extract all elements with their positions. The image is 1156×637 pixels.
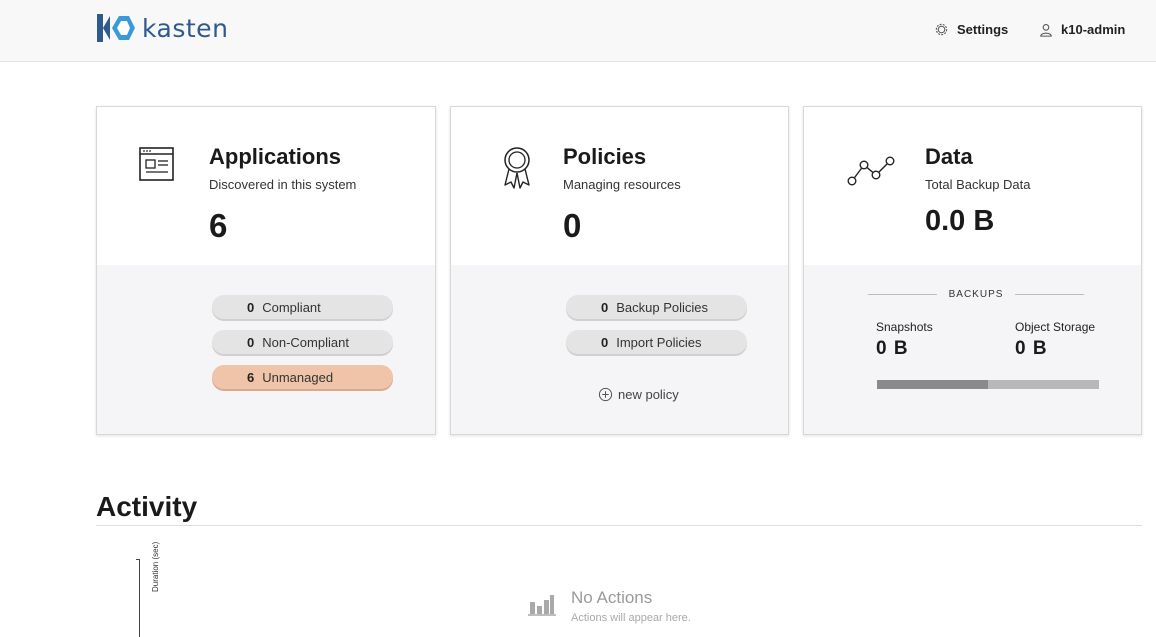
backup-policies-pill[interactable]: 0 Backup Policies [566, 295, 747, 319]
card-title: Applications [209, 144, 342, 169]
snapshot-share-fill [877, 380, 988, 389]
non-compliant-count: 0 [247, 334, 255, 350]
backup-policies-count: 0 [601, 299, 609, 315]
empty-state-title: No Actions [571, 588, 653, 607]
backup-policies-label: Backup Policies [616, 299, 709, 315]
object-storage-label: Object Storage [1015, 320, 1096, 334]
settings-link[interactable]: Settings [934, 22, 1008, 37]
card-title: Policies [563, 144, 647, 169]
compliant-label: Compliant [262, 299, 321, 315]
card-subtitle: Managing resources [563, 177, 681, 192]
chart-y-axis-label: Duration (sec) [151, 541, 160, 592]
data-card[interactable]: Data Total Backup Data 0.0 B BACKUPS Sna… [803, 106, 1142, 435]
brand-name: kasten [142, 13, 229, 43]
card-subtitle: Total Backup Data [925, 177, 1031, 192]
storage-usage-bar [877, 380, 1099, 389]
new-policy-link[interactable]: new policy [598, 387, 679, 402]
unmanaged-label: Unmanaged [262, 369, 334, 385]
new-policy-label: new policy [618, 387, 679, 402]
top-bar: kasten Settings k10-admin [0, 0, 1156, 62]
divider [868, 294, 937, 295]
backups-heading-label: BACKUPS [948, 289, 1004, 300]
backups-heading: BACKUPS [868, 289, 1085, 300]
activity-divider [96, 525, 1142, 526]
line-graph-icon [847, 156, 895, 186]
non-compliant-pill[interactable]: 0 Non-Compliant [212, 330, 393, 354]
import-policies-count: 0 [601, 334, 609, 350]
unmanaged-count: 6 [247, 369, 255, 385]
card-subtitle: Discovered in this system [209, 177, 357, 192]
applications-card[interactable]: Applications Discovered in this system 6… [96, 106, 436, 435]
object-storage-value: 0 B [1015, 338, 1048, 359]
import-policies-label: Import Policies [616, 334, 702, 350]
divider [1015, 294, 1085, 295]
snapshots-label: Snapshots [876, 320, 933, 334]
kasten-logo[interactable]: kasten [96, 12, 228, 44]
chart-y-axis [139, 559, 140, 637]
empty-state-subtitle: Actions will appear here. [571, 612, 691, 624]
applications-count: 6 [209, 207, 228, 244]
total-backup-data: 0.0 B [925, 205, 995, 237]
compliant-count: 0 [247, 299, 255, 315]
award-ribbon-icon [504, 147, 530, 189]
user-menu[interactable]: k10-admin [1039, 22, 1125, 37]
user-icon [1040, 23, 1052, 37]
policies-card[interactable]: Policies Managing resources 0 0 Backup P… [450, 106, 789, 435]
application-window-icon [139, 147, 174, 181]
plus-circle-icon [598, 387, 613, 402]
unmanaged-pill[interactable]: 6 Unmanaged [212, 365, 393, 389]
non-compliant-label: Non-Compliant [262, 334, 349, 350]
settings-label: Settings [957, 22, 1009, 37]
user-label: k10-admin [1061, 22, 1126, 37]
activity-heading: Activity [96, 491, 198, 522]
snapshots-value: 0 B [876, 338, 909, 359]
import-policies-pill[interactable]: 0 Import Policies [566, 330, 747, 354]
gear-icon [935, 23, 948, 36]
card-title: Data [925, 144, 973, 169]
kasten-logo-mark [97, 14, 135, 42]
bar-chart-icon [528, 595, 556, 616]
compliant-pill[interactable]: 0 Compliant [212, 295, 393, 319]
chart-y-axis-tick [136, 559, 140, 560]
policies-count: 0 [563, 207, 582, 244]
